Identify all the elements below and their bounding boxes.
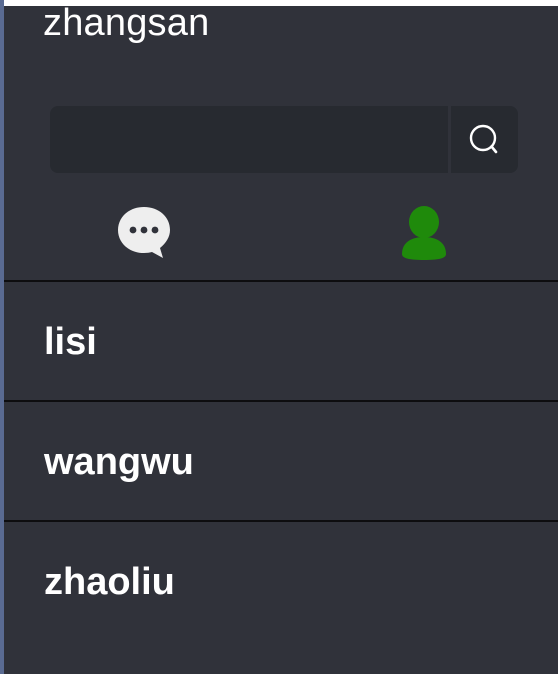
contact-item-wangwu[interactable]: wangwu — [4, 403, 558, 521]
current-username: zhangsan — [43, 2, 210, 44]
contact-item-zhaoliu[interactable]: zhaoliu — [4, 523, 558, 641]
divider — [4, 280, 558, 282]
chat-app-window: zhangsan lisi wangwu zhaoliu — [0, 0, 558, 674]
chat-bubble-icon — [118, 207, 170, 258]
contact-item-lisi[interactable]: lisi — [4, 283, 558, 401]
person-icon — [402, 206, 446, 260]
contact-name: wangwu — [44, 441, 194, 483]
search-icon — [469, 124, 497, 153]
contacts-panel: zhangsan lisi wangwu zhaoliu — [4, 2, 558, 674]
contact-name: zhaoliu — [44, 561, 175, 603]
search-input[interactable] — [50, 106, 448, 173]
search-button[interactable] — [451, 106, 518, 173]
contact-name: lisi — [44, 321, 97, 363]
tab-contacts[interactable] — [389, 200, 459, 264]
divider — [4, 400, 558, 402]
divider — [4, 520, 558, 522]
tab-chat[interactable] — [109, 200, 179, 264]
